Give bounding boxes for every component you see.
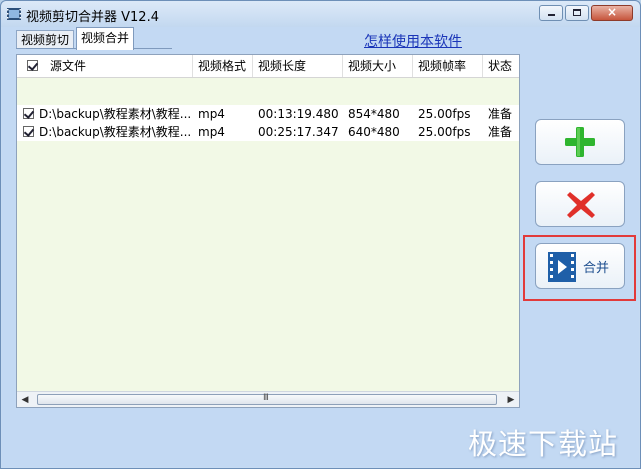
cell-framerate: 25.00fps [418,107,471,121]
list-header: 源文件 视频格式 视频长度 视频大小 视频帧率 状态 [17,55,519,78]
cell-source-file: D:\backup\教程素材\教程... [39,107,192,121]
cell-duration: 00:13:19.480 [258,107,339,121]
horizontal-scrollbar[interactable]: ◀ III ▶ [17,391,519,407]
maximize-icon [573,9,581,16]
scroll-right-icon[interactable]: ▶ [503,392,519,407]
column-source-file[interactable]: 源文件 [45,55,193,77]
app-film-icon [7,8,21,20]
column-framerate[interactable]: 视频帧率 [413,55,483,77]
cell-status: 准备 [488,125,513,139]
cell-framerate: 25.00fps [418,125,471,139]
cell-source-file: D:\backup\教程素材\教程... [39,125,192,139]
minimize-icon [548,14,555,16]
file-list[interactable]: 源文件 视频格式 视频长度 视频大小 视频帧率 状态 D:\backup\教程素… [16,54,520,408]
close-button[interactable]: × [591,5,633,21]
tab-video-merge[interactable]: 视频合并 [76,27,135,50]
column-format[interactable]: 视频格式 [193,55,253,77]
maximize-button[interactable] [565,5,589,21]
cell-format: mp4 [198,125,225,139]
tab-video-cut[interactable]: 视频剪切 [16,30,75,49]
scrollbar-grip: III [263,393,269,403]
close-icon: × [606,5,618,19]
window-controls: × [537,5,633,21]
cell-status: 准备 [488,107,513,121]
row-checkbox[interactable] [23,126,34,137]
table-row[interactable]: D:\backup\教程素材\教程... mp4 00:25:17.347 64… [17,123,519,141]
help-link[interactable]: 怎样使用本软件 [364,31,462,51]
cell-resolution: 854*480 [348,107,400,121]
window-title: 视频剪切合并器 V12.4 [26,10,159,25]
column-resolution[interactable]: 视频大小 [343,55,413,77]
title-bar[interactable]: 视频剪切合并器 V12.4 × [1,1,640,27]
plus-icon [565,127,595,157]
main-panel: 视频剪切 视频合并 怎样使用本软件 源文件 视频格式 视频长度 视频大小 视频帧… [2,27,639,467]
cell-resolution: 640*480 [348,125,400,139]
merge-highlight-box [523,235,636,301]
column-status[interactable]: 状态 [483,55,519,77]
red-x-icon [567,192,595,218]
row-checkbox[interactable] [23,108,34,119]
scrollbar-thumb[interactable]: III [37,393,497,405]
table-row[interactable]: D:\backup\教程素材\教程... mp4 00:13:19.480 85… [17,105,519,123]
minimize-button[interactable] [539,5,563,21]
column-duration[interactable]: 视频长度 [253,55,343,77]
cell-format: mp4 [198,107,225,121]
app-window: 视频剪切合并器 V12.4 × 视频剪切 视频合并 怎样使用本软件 源文件 视频… [0,0,641,469]
remove-file-button[interactable] [535,181,625,227]
add-file-button[interactable] [535,119,625,165]
scroll-left-icon[interactable]: ◀ [17,392,33,407]
select-all-checkbox[interactable] [27,60,38,71]
cell-duration: 00:25:17.347 [258,125,339,139]
watermark-logo: 极速下载站 [468,427,619,461]
